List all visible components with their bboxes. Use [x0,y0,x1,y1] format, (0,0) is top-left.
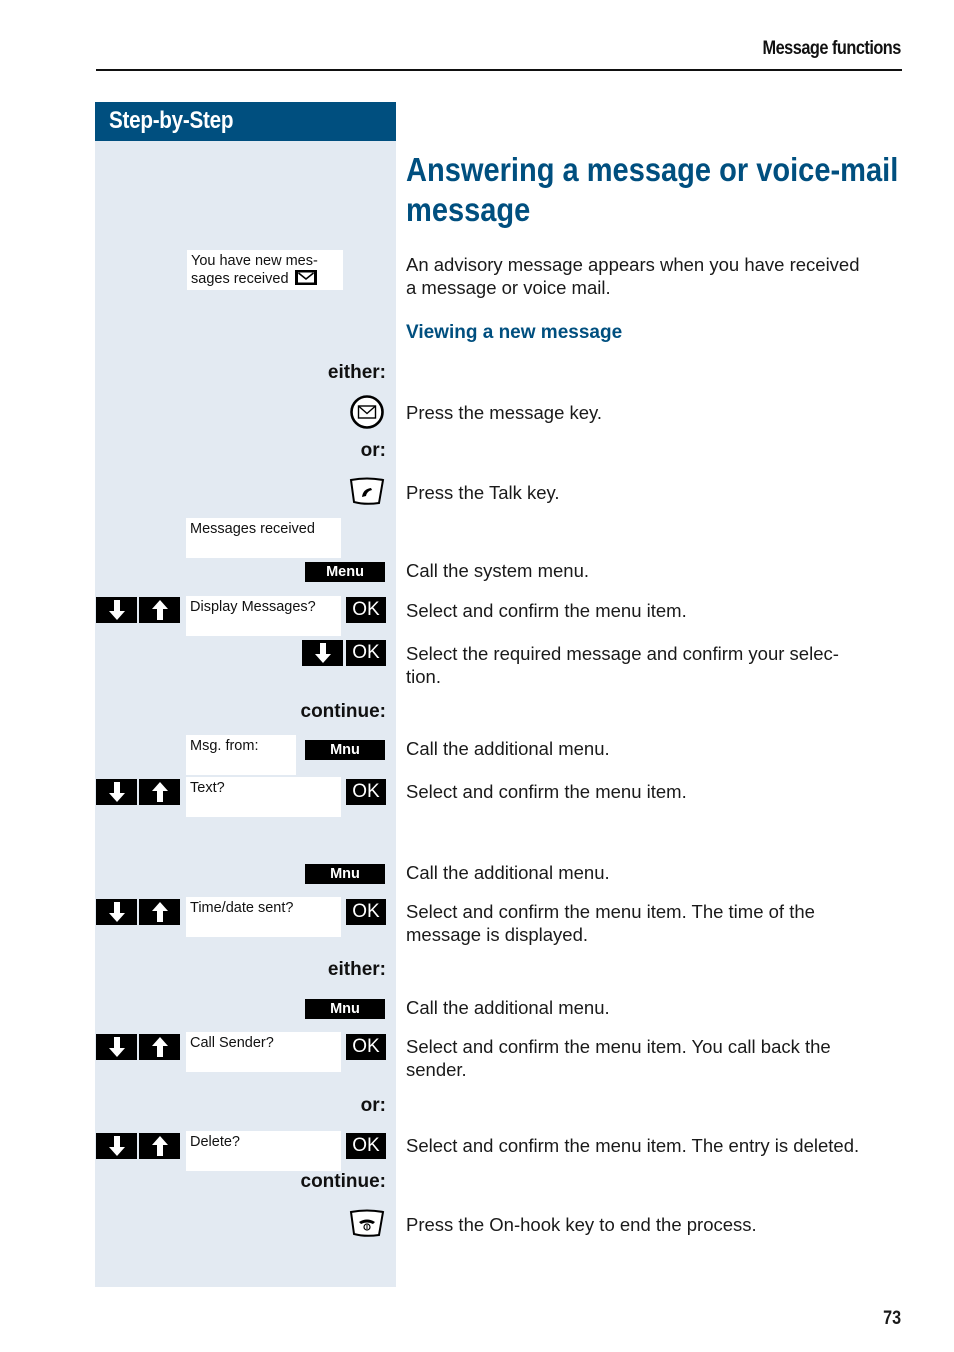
onhook-key-icon [349,1209,385,1237]
mnu-softkey[interactable]: Mnu [305,864,385,884]
page-title-line2: message [406,191,531,228]
arrow-down-icon [108,782,125,802]
menu-softkey[interactable]: Menu [305,562,385,582]
intro-line2: a message or voice mail. [406,277,611,298]
step-select-confirm-delete: Select and confirm the menu item. The en… [406,1135,860,1156]
intro-line1: An advisory message appears when you hav… [406,254,860,275]
arrow-down-icon [108,600,125,620]
step-call-additional-menu: Call the additional menu. [406,862,610,883]
header-divider [96,69,902,71]
display-call-sender: Call Sender? [186,1032,341,1072]
arrow-down-icon [108,902,125,922]
or-label: or: [360,1095,386,1116]
step-select-confirm-call: Select and confirm the menu item. You ca… [406,1035,906,1081]
page-number: 73 [883,1308,901,1329]
ok-key[interactable]: OK [346,597,386,623]
intro-text: An advisory message appears when you hav… [406,253,906,299]
display-msg-from: Msg. from: [186,735,296,775]
arrow-up-key[interactable] [139,779,180,805]
arrow-down-key[interactable] [96,899,137,925]
step-line: sender. [406,1059,467,1080]
step-by-step-header: Step-by-Step [95,102,396,141]
display-text: You have new mes- [191,253,318,269]
or-label: or: [360,440,386,461]
arrow-down-key[interactable] [96,1133,137,1159]
page-title: Answering a message or voice-mail messag… [406,150,906,230]
display-time-date-sent: Time/date sent? [186,897,341,937]
arrow-up-key[interactable] [139,1034,180,1060]
arrow-down-key[interactable] [302,640,343,666]
display-text-item: Text? [186,777,341,817]
display-display-messages: Display Messages? [186,596,341,636]
step-press-message-key: Press the message key. [406,402,603,423]
ok-key[interactable]: OK [346,779,386,805]
mnu-softkey[interactable]: Mnu [305,999,385,1019]
step-line: message is displayed. [406,924,589,945]
display-messages-received: Messages received [186,518,341,558]
ok-key[interactable]: OK [346,1034,386,1060]
arrow-up-icon [151,782,168,802]
display-delete: Delete? [186,1131,341,1171]
continue-label: continue: [300,1171,387,1192]
step-by-step-title: Step-by-Step [109,107,234,134]
step-select-confirm: Select and confirm the menu item. [406,781,687,802]
step-press-onhook: Press the On-hook key to end the process… [406,1214,757,1235]
arrow-up-icon [151,902,168,922]
arrow-down-key[interactable] [96,779,137,805]
arrow-up-key[interactable] [139,597,180,623]
step-line: Select the required message and confirm … [406,643,839,664]
step-line: Select and confirm the menu item. The ti… [406,901,815,922]
step-line: Select and confirm the menu item. You ca… [406,1036,831,1057]
mnu-softkey[interactable]: Mnu [305,740,385,760]
arrow-down-icon [314,643,331,663]
step-select-confirm-time: Select and confirm the menu item. The ti… [406,900,906,946]
arrow-down-key[interactable] [96,1034,137,1060]
page-title-line1: Answering a message or voice-mail [406,151,899,188]
either-label: either: [327,362,386,383]
arrow-up-icon [151,1136,168,1156]
step-call-additional-menu: Call the additional menu. [406,738,610,759]
step-select-confirm: Select and confirm the menu item. [406,600,687,621]
step-call-system-menu: Call the system menu. [406,560,590,581]
display-new-messages: You have new mes- sages received [187,250,343,290]
arrow-up-icon [151,600,168,620]
arrow-up-key[interactable] [139,1133,180,1159]
envelope-circle-icon [350,395,384,429]
arrow-down-key[interactable] [96,597,137,623]
talk-key-icon [349,477,385,505]
envelope-icon [294,270,317,285]
arrow-up-key[interactable] [139,899,180,925]
ok-key[interactable]: OK [346,640,386,666]
step-select-required: Select the required message and confirm … [406,642,906,688]
ok-key[interactable]: OK [346,899,386,925]
ok-key[interactable]: OK [346,1133,386,1159]
continue-label: continue: [300,701,387,722]
arrow-down-icon [108,1037,125,1057]
section-title: Message functions [762,38,902,59]
arrow-down-icon [108,1136,125,1156]
subheading: Viewing a new message [406,322,623,343]
step-line: tion. [406,666,441,687]
step-call-additional-menu: Call the additional menu. [406,997,610,1018]
step-press-talk-key: Press the Talk key. [406,482,560,503]
arrow-up-icon [151,1037,168,1057]
either-label: either: [327,959,386,980]
display-text: sages received [191,271,289,287]
